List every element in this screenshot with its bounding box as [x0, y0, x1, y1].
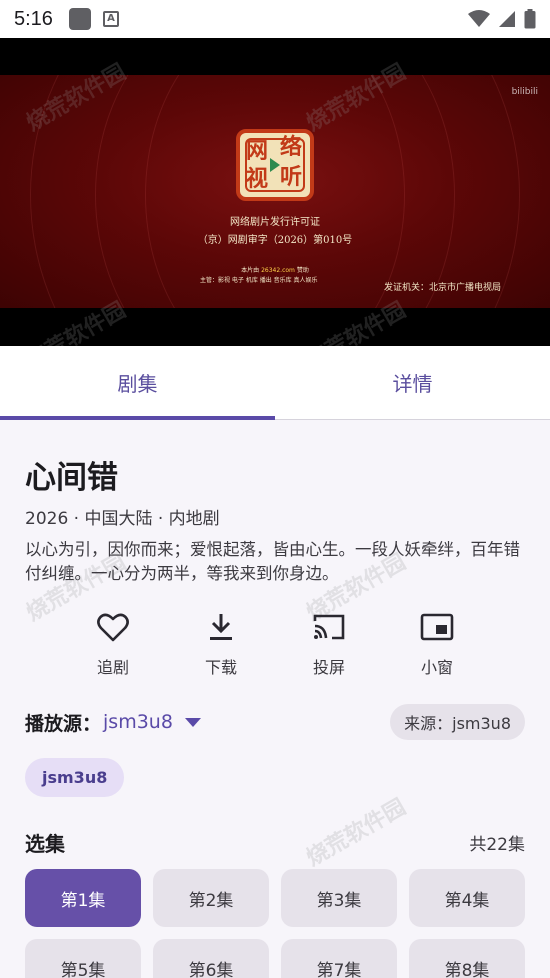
status-indicators [468, 9, 536, 29]
tab-episodes[interactable]: 剧集 [0, 346, 275, 420]
tab-label: 剧集 [117, 372, 158, 396]
tab-details[interactable]: 详情 [275, 346, 550, 419]
bilibili-logo: bilibili [511, 87, 538, 97]
tab-label: 详情 [392, 372, 433, 396]
wifi-icon [468, 10, 490, 27]
cast-icon [312, 610, 346, 644]
episode-button[interactable]: 第3集 [281, 869, 397, 927]
follow-button[interactable]: 追剧 [60, 610, 166, 678]
action-label: 追剧 [96, 658, 129, 677]
episodes-count: 共22集 [469, 835, 525, 855]
cast-button[interactable]: 投屏 [276, 610, 382, 678]
show-meta: 2026 · 中国大陆 · 内地剧 [25, 509, 220, 529]
episode-grid: 第1集 第2集 第3集 第4集 第5集 第6集 第7集 第8集 [25, 869, 526, 978]
episode-button[interactable]: 第4集 [409, 869, 525, 927]
tab-indicator [0, 416, 275, 420]
play-source-row: 播放源： jsm3u8 来源：jsm3u8 [25, 704, 525, 740]
picture-in-picture-icon [420, 610, 454, 644]
battery-icon [524, 9, 536, 29]
sponsor-suffix: 赞助 [296, 267, 309, 274]
selected-source-chip[interactable]: jsm3u8 [25, 758, 125, 797]
episode-button[interactable]: 第2集 [153, 869, 269, 927]
episodes-title: 选集 [25, 832, 65, 856]
chevron-down-icon[interactable] [184, 717, 201, 727]
download-button[interactable]: 下载 [168, 610, 274, 678]
issuing-authority: 发证机关：北京市广播电视局 [384, 283, 502, 293]
page: 5:16 A 网 络 视 听 网络剧片发行许可证 （京）网剧审字（2026）第0… [0, 0, 550, 978]
notification-badge-icon: A [102, 11, 119, 27]
picture-in-picture-button[interactable]: 小窗 [384, 610, 490, 678]
episode-button[interactable]: 第8集 [409, 939, 525, 978]
episodes-header: 选集 共22集 [25, 828, 525, 857]
heart-icon [96, 610, 130, 644]
status-bar: 5:16 A [0, 0, 550, 38]
seal-glyph: 网 [245, 139, 268, 164]
sponsor-prefix: 本片由 [241, 267, 260, 274]
episode-button[interactable]: 第5集 [25, 939, 141, 978]
sponsor-url: 26342.com [261, 267, 295, 274]
action-label: 小窗 [420, 658, 453, 677]
episode-button[interactable]: 第7集 [281, 939, 397, 978]
seal-glyph: 络 [279, 135, 302, 160]
play-source-dropdown[interactable]: jsm3u8 [103, 711, 173, 733]
episode-button[interactable]: 第1集 [25, 869, 141, 927]
show-title: 心间错 [25, 460, 118, 496]
sponsor-credit: 本片由 26342.com 赞助 [0, 265, 550, 274]
show-description: 以心为引，因你而来；爱恨起落，皆由心生。一段人妖牵绊，百年错付纠缠。一心分为两半… [25, 540, 520, 583]
license-number: （京）网剧审字（2026）第010号 [197, 235, 353, 246]
source-origin-chip[interactable]: 来源：jsm3u8 [390, 704, 525, 740]
seal-glyph: 听 [279, 165, 302, 190]
play-source-label: 播放源： [25, 712, 102, 735]
episode-button[interactable]: 第6集 [153, 939, 269, 978]
cellular-icon [499, 11, 515, 27]
download-icon [204, 610, 238, 644]
status-time: 5:16 [14, 7, 53, 30]
action-label: 投屏 [312, 658, 345, 677]
action-label: 下载 [204, 658, 237, 677]
network-av-seal-logo: 网 络 视 听 [236, 129, 314, 201]
play-triangle-icon [270, 158, 280, 172]
action-row: 追剧 下载 投屏 小窗 [60, 610, 490, 678]
license-title: 网络剧片发行许可证 [230, 217, 320, 228]
notification-icon [68, 8, 91, 30]
seal-glyph: 视 [245, 167, 268, 192]
producer-credit: 主管：影视 电子 机库 播出 音乐库 真人娱乐 [200, 277, 318, 284]
video-frame: 网 络 视 听 网络剧片发行许可证 （京）网剧审字（2026）第010号 本片由… [0, 75, 550, 308]
video-player[interactable]: 网 络 视 听 网络剧片发行许可证 （京）网剧审字（2026）第010号 本片由… [0, 38, 550, 346]
tab-bar: 剧集 详情 [0, 346, 550, 420]
